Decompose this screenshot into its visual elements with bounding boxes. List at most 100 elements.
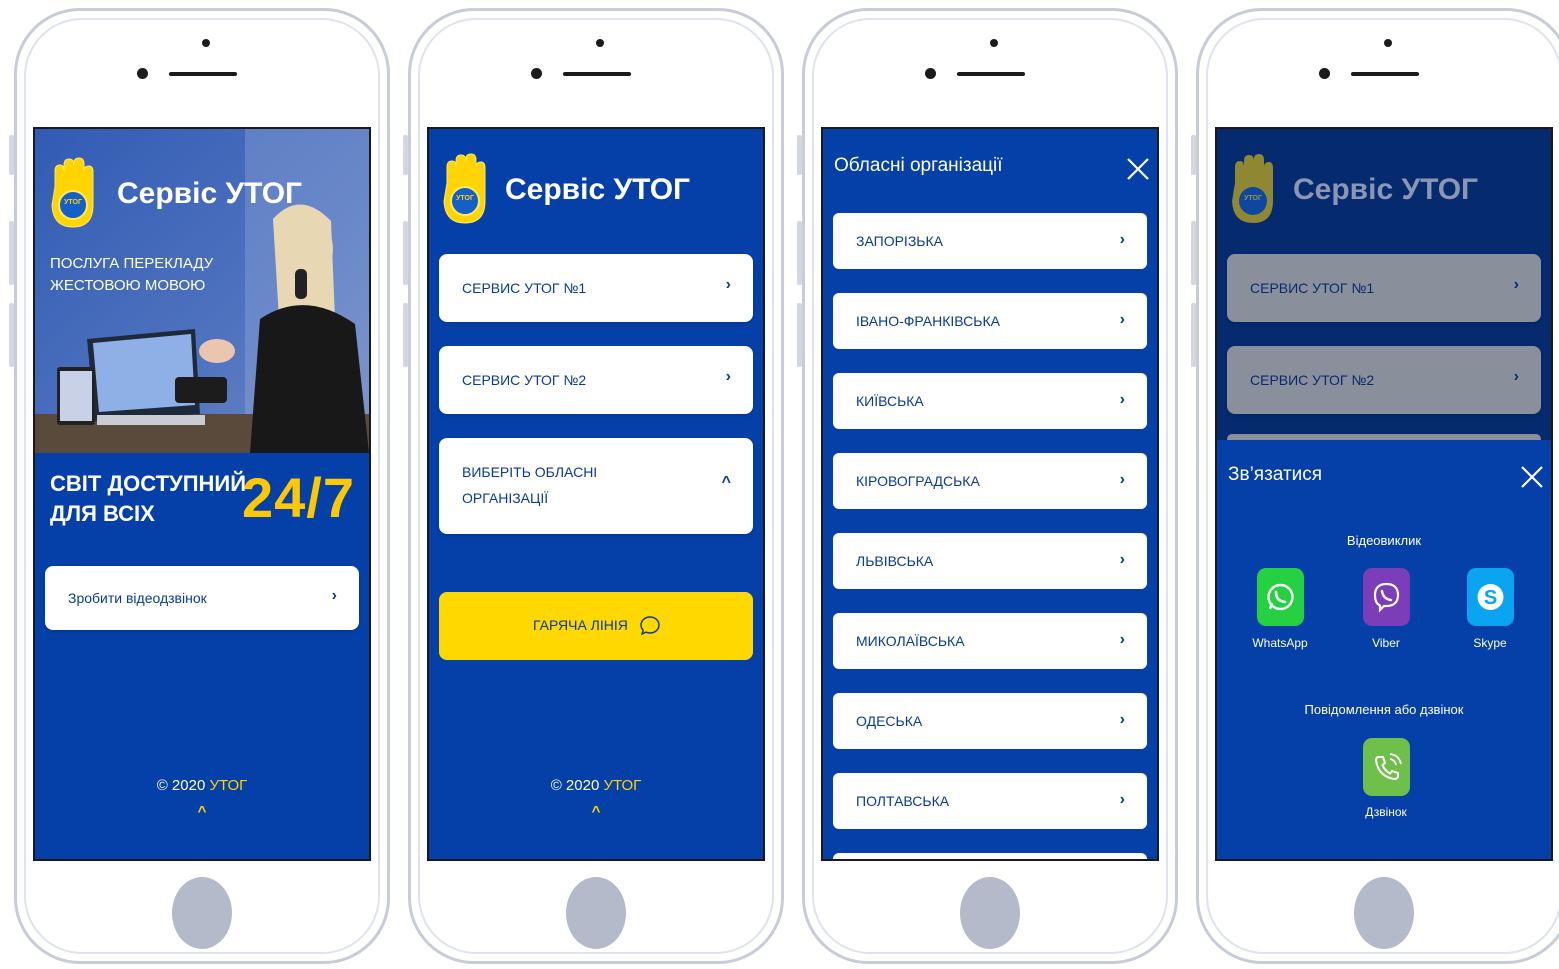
utog-logo-icon <box>443 153 486 224</box>
home-button[interactable] <box>960 877 1020 949</box>
phone-side-button <box>403 221 408 285</box>
front-camera <box>1384 39 1392 47</box>
screen-menu: УТОГ Сервіс УТОГ СЕРВИС УТОГ №1 › СЕРВИС… <box>427 127 765 861</box>
phone-side-button <box>9 135 14 175</box>
footer-brand-link[interactable]: УТОГ <box>209 777 247 794</box>
regions-title: Обласні організації <box>834 155 1003 176</box>
close-icon[interactable] <box>1126 157 1150 181</box>
footer-copyright: © 2020 УТОГ <box>429 777 763 794</box>
region-label: ЗАПОРІЗЬКА <box>856 233 943 249</box>
close-icon[interactable] <box>1520 465 1544 489</box>
phone-side-button <box>797 303 802 367</box>
chevron-right-icon: › <box>1119 631 1125 648</box>
phone-side-button <box>797 135 802 175</box>
regional-organizations-toggle[interactable]: ВИБЕРІТЬ ОБЛАСНІ ОРГАНІЗАЦІЇ ^ <box>439 438 753 534</box>
chevron-right-icon: › <box>725 276 731 293</box>
home-button[interactable] <box>172 877 232 949</box>
scroll-top-chevron-icon[interactable]: ^ <box>429 803 763 820</box>
region-item[interactable]: ІВАНО-ФРАНКІВСЬКА › <box>833 293 1147 349</box>
phone-side-button <box>1191 303 1196 367</box>
service-line-1: ПОСЛУГА ПЕРЕКЛАДУ <box>50 255 214 272</box>
viber-label: Viber <box>1372 636 1400 650</box>
chevron-right-icon: › <box>1119 711 1125 728</box>
regional-label-line-2: ОРГАНІЗАЦІЇ <box>462 490 549 506</box>
chevron-right-icon: › <box>1119 231 1125 248</box>
regional-label-line-1: ВИБЕРІТЬ ОБЛАСНІ <box>462 464 598 480</box>
slogan-line-2: ДЛЯ ВСІХ <box>50 501 155 526</box>
proximity-sensor <box>1319 68 1330 79</box>
service-line-2: ЖЕСТОВОЮ МОВОЮ <box>50 277 206 294</box>
phone-call-icon <box>1374 753 1402 781</box>
video-call-button[interactable]: Зробити відеодзвінок › <box>45 566 359 630</box>
menu-item-label: СЕРВИС УТОГ №1 <box>462 280 587 296</box>
chevron-up-icon: ^ <box>721 474 731 491</box>
region-item[interactable]: ОДЕСЬКА › <box>833 693 1147 749</box>
skype-button[interactable]: S <box>1467 568 1514 626</box>
front-camera <box>596 39 604 47</box>
viber-button[interactable] <box>1363 568 1410 626</box>
chevron-right-icon: › <box>1119 391 1125 408</box>
footer-copy-text: © 2020 <box>550 777 600 794</box>
logo-text: УТОГ <box>456 195 474 202</box>
region-label: ОДЕСЬКА <box>856 713 923 729</box>
app-title: Сервіс УТОГ <box>1293 173 1479 206</box>
phone-side-button <box>797 221 802 285</box>
menu-item-service-2[interactable]: СЕРВИС УТОГ №2 › <box>1227 346 1541 414</box>
message-section-title: Повідомлення або дзвінок <box>1304 702 1464 717</box>
home-button[interactable] <box>566 877 626 949</box>
screen-regions: Обласні організації ЗАПОРІЗЬКА › ІВАНО-Ф… <box>821 127 1159 861</box>
region-item-partial[interactable] <box>833 853 1147 859</box>
contact-sheet-title: Зв’язатися <box>1228 464 1323 485</box>
home-button[interactable] <box>1354 877 1414 949</box>
footer-brand-link[interactable]: УТОГ <box>603 777 641 794</box>
phone-side-button <box>1191 221 1196 285</box>
region-item[interactable]: ПОЛТАВСЬКА › <box>833 773 1147 829</box>
chevron-right-icon: › <box>1513 368 1519 385</box>
region-item[interactable]: КИЇВСЬКА › <box>833 373 1147 429</box>
menu-item-label: СЕРВИС УТОГ №1 <box>1250 280 1375 296</box>
app-title: Сервіс УТОГ <box>117 177 303 210</box>
hotline-button[interactable]: ГАРЯЧА ЛІНІЯ <box>439 592 753 660</box>
earpiece-speaker <box>1351 72 1419 76</box>
phone-side-button <box>1191 135 1196 175</box>
chevron-right-icon: › <box>1119 551 1125 568</box>
region-label: МИКОЛАЇВСЬКА <box>856 633 965 649</box>
region-item[interactable]: КІРОВОГРАДСЬКА › <box>833 453 1147 509</box>
front-camera <box>990 39 998 47</box>
hotline-label: ГАРЯЧА ЛІНІЯ <box>533 617 628 633</box>
chat-bubble-icon <box>640 616 660 636</box>
video-call-section-title: Відеовиклик <box>1346 533 1422 548</box>
region-label: ПОЛТАВСЬКА <box>856 793 950 809</box>
menu-item-service-1[interactable]: СЕРВИС УТОГ №1 › <box>439 254 753 322</box>
whatsapp-label: WhatsApp <box>1252 636 1308 650</box>
phone-call-button[interactable] <box>1363 738 1410 796</box>
proximity-sensor <box>925 68 936 79</box>
menu-item-service-1[interactable]: СЕРВИС УТОГ №1 › <box>1227 254 1541 322</box>
menu-item-label: СЕРВИС УТОГ №2 <box>462 372 587 388</box>
phone-side-button <box>9 221 14 285</box>
region-label: КІРОВОГРАДСЬКА <box>856 473 980 489</box>
slogan-24-7: 24/7 <box>242 466 355 529</box>
menu-item-label: СЕРВИС УТОГ №2 <box>1250 372 1375 388</box>
region-item[interactable]: ЗАПОРІЗЬКА › <box>833 213 1147 269</box>
logo-text: УТОГ <box>64 199 82 206</box>
chevron-right-icon: › <box>1119 471 1125 488</box>
logo-text: УТОГ <box>1244 195 1262 202</box>
chevron-right-icon: › <box>1119 791 1125 808</box>
phone-side-button <box>9 303 14 367</box>
skype-label: Skype <box>1473 636 1507 650</box>
menu-item-service-2[interactable]: СЕРВИС УТОГ №2 › <box>439 346 753 414</box>
scroll-top-chevron-icon[interactable]: ^ <box>35 803 369 820</box>
region-label: КИЇВСЬКА <box>856 393 924 409</box>
video-call-label: Зробити відеодзвінок <box>68 590 207 606</box>
contact-sheet: Зв’язатися Відеовиклик WhatsApp Viber S <box>1217 440 1551 859</box>
utog-logo-icon <box>51 157 94 228</box>
proximity-sensor <box>137 68 148 79</box>
screen-home: УТОГ Сервіс УТОГ ПОСЛУГА ПЕРЕКЛАДУ ЖЕСТО… <box>33 127 371 861</box>
region-item[interactable]: МИКОЛАЇВСЬКА › <box>833 613 1147 669</box>
whatsapp-button[interactable] <box>1257 568 1304 626</box>
region-item[interactable]: ЛЬВІВСЬКА › <box>833 533 1147 589</box>
slogan-line-1: СВІТ ДОСТУПНИЙ <box>50 471 247 496</box>
phone-call-label: Дзвінок <box>1365 805 1407 819</box>
whatsapp-icon <box>1267 583 1294 611</box>
